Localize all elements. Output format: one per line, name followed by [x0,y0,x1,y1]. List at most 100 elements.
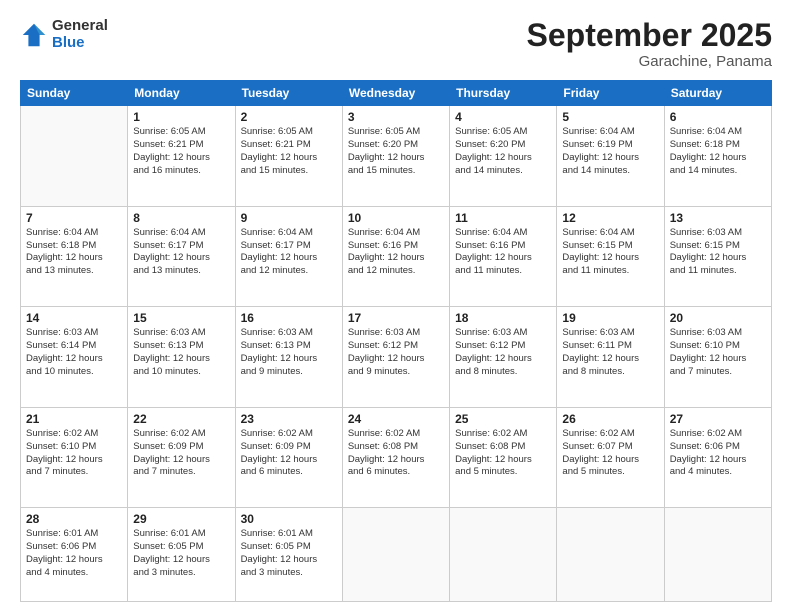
day-number: 1 [133,110,229,124]
day-info: Sunrise: 6:03 AM Sunset: 6:10 PM Dayligh… [670,327,766,378]
calendar-table: SundayMondayTuesdayWednesdayThursdayFrid… [20,80,772,602]
day-number: 22 [133,412,229,426]
calendar-cell: 23 Sunrise: 6:02 AM Sunset: 6:09 PM Dayli… [235,407,342,508]
day-number: 3 [348,110,444,124]
calendar-cell: 15 Sunrise: 6:03 AM Sunset: 6:13 PM Dayli… [128,307,235,408]
day-info: Sunrise: 6:02 AM Sunset: 6:09 PM Dayligh… [133,428,229,479]
calendar-cell [342,508,449,602]
day-info: Sunrise: 6:02 AM Sunset: 6:09 PM Dayligh… [241,428,337,479]
weekday-header: Friday [557,81,664,106]
calendar-cell: 17Sunrise: 6:03 AM Sunset: 6:12 PM Dayli… [342,307,449,408]
day-info: Sunrise: 6:02 AM Sunset: 6:08 PM Dayligh… [455,428,551,479]
logo-text: General Blue [52,18,108,51]
calendar-week-row: 21 Sunrise: 6:02 AM Sunset: 6:10 PM Dayli… [21,407,772,508]
day-number: 9 [241,211,337,225]
day-info: Sunrise: 6:03 AM Sunset: 6:11 PM Dayligh… [562,327,658,378]
day-info: Sunrise: 6:04 AM Sunset: 6:18 PM Dayligh… [26,227,122,278]
calendar-cell: 16Sunrise: 6:03 AM Sunset: 6:13 PM Dayli… [235,307,342,408]
day-number: 16 [241,311,337,325]
day-number: 20 [670,311,766,325]
calendar-cell: 13 Sunrise: 6:03 AM Sunset: 6:15 PM Dayli… [664,206,771,307]
day-number: 11 [455,211,551,225]
day-info: Sunrise: 6:03 AM Sunset: 6:15 PM Dayligh… [670,227,766,278]
day-number: 8 [133,211,229,225]
page: General Blue September 2025 Garachine, P… [0,0,792,612]
month-title: September 2025 [527,18,772,53]
calendar-cell: 6Sunrise: 6:04 AM Sunset: 6:18 PM Daylig… [664,106,771,207]
day-number: 23 [241,412,337,426]
day-info: Sunrise: 6:04 AM Sunset: 6:15 PM Dayligh… [562,227,658,278]
calendar-cell: 20 Sunrise: 6:03 AM Sunset: 6:10 PM Dayli… [664,307,771,408]
calendar-cell: 27Sunrise: 6:02 AM Sunset: 6:06 PM Dayli… [664,407,771,508]
day-info: Sunrise: 6:05 AM Sunset: 6:20 PM Dayligh… [348,126,444,177]
calendar-cell: 1 Sunrise: 6:05 AM Sunset: 6:21 PM Daylig… [128,106,235,207]
day-number: 19 [562,311,658,325]
calendar-cell: 11 Sunrise: 6:04 AM Sunset: 6:16 PM Dayli… [450,206,557,307]
day-info: Sunrise: 6:02 AM Sunset: 6:10 PM Dayligh… [26,428,122,479]
calendar-cell: 26 Sunrise: 6:02 AM Sunset: 6:07 PM Dayli… [557,407,664,508]
day-info: Sunrise: 6:02 AM Sunset: 6:07 PM Dayligh… [562,428,658,479]
day-number: 18 [455,311,551,325]
calendar-cell: 12Sunrise: 6:04 AM Sunset: 6:15 PM Dayli… [557,206,664,307]
calendar-cell [557,508,664,602]
calendar-cell: 29Sunrise: 6:01 AM Sunset: 6:05 PM Dayli… [128,508,235,602]
day-number: 17 [348,311,444,325]
day-info: Sunrise: 6:04 AM Sunset: 6:16 PM Dayligh… [348,227,444,278]
day-number: 5 [562,110,658,124]
logo-general: General [52,18,108,35]
day-info: Sunrise: 6:01 AM Sunset: 6:05 PM Dayligh… [241,528,337,579]
weekday-header: Thursday [450,81,557,106]
calendar-cell: 18 Sunrise: 6:03 AM Sunset: 6:12 PM Dayli… [450,307,557,408]
calendar-body: 1 Sunrise: 6:05 AM Sunset: 6:21 PM Daylig… [21,106,772,602]
calendar-cell: 4 Sunrise: 6:05 AM Sunset: 6:20 PM Daylig… [450,106,557,207]
day-info: Sunrise: 6:03 AM Sunset: 6:12 PM Dayligh… [455,327,551,378]
calendar-week-row: 1 Sunrise: 6:05 AM Sunset: 6:21 PM Daylig… [21,106,772,207]
logo-icon [20,21,48,49]
calendar-cell: 14Sunrise: 6:03 AM Sunset: 6:14 PM Dayli… [21,307,128,408]
day-info: Sunrise: 6:03 AM Sunset: 6:13 PM Dayligh… [133,327,229,378]
day-number: 26 [562,412,658,426]
calendar-cell: 9 Sunrise: 6:04 AM Sunset: 6:17 PM Daylig… [235,206,342,307]
calendar-cell: 10 Sunrise: 6:04 AM Sunset: 6:16 PM Dayli… [342,206,449,307]
day-info: Sunrise: 6:04 AM Sunset: 6:18 PM Dayligh… [670,126,766,177]
day-number: 4 [455,110,551,124]
calendar-cell: 28 Sunrise: 6:01 AM Sunset: 6:06 PM Dayli… [21,508,128,602]
day-number: 28 [26,512,122,526]
calendar-cell: 22 Sunrise: 6:02 AM Sunset: 6:09 PM Dayli… [128,407,235,508]
day-number: 24 [348,412,444,426]
day-info: Sunrise: 6:05 AM Sunset: 6:20 PM Dayligh… [455,126,551,177]
calendar-week-row: 28 Sunrise: 6:01 AM Sunset: 6:06 PM Dayli… [21,508,772,602]
calendar-cell [664,508,771,602]
day-info: Sunrise: 6:02 AM Sunset: 6:06 PM Dayligh… [670,428,766,479]
day-number: 10 [348,211,444,225]
day-number: 25 [455,412,551,426]
calendar-cell: 21 Sunrise: 6:02 AM Sunset: 6:10 PM Dayli… [21,407,128,508]
calendar-week-row: 7 Sunrise: 6:04 AM Sunset: 6:18 PM Daylig… [21,206,772,307]
day-info: Sunrise: 6:02 AM Sunset: 6:08 PM Dayligh… [348,428,444,479]
calendar-cell: 19 Sunrise: 6:03 AM Sunset: 6:11 PM Dayli… [557,307,664,408]
header: General Blue September 2025 Garachine, P… [20,18,772,70]
weekday-header: Saturday [664,81,771,106]
day-info: Sunrise: 6:04 AM Sunset: 6:17 PM Dayligh… [241,227,337,278]
weekday-header: Tuesday [235,81,342,106]
calendar-cell: 24 Sunrise: 6:02 AM Sunset: 6:08 PM Dayli… [342,407,449,508]
day-number: 21 [26,412,122,426]
day-info: Sunrise: 6:05 AM Sunset: 6:21 PM Dayligh… [133,126,229,177]
calendar-cell: 25 Sunrise: 6:02 AM Sunset: 6:08 PM Dayli… [450,407,557,508]
calendar-week-row: 14Sunrise: 6:03 AM Sunset: 6:14 PM Dayli… [21,307,772,408]
day-number: 29 [133,512,229,526]
calendar-cell [450,508,557,602]
day-number: 7 [26,211,122,225]
day-number: 13 [670,211,766,225]
location-subtitle: Garachine, Panama [527,53,772,70]
day-info: Sunrise: 6:01 AM Sunset: 6:06 PM Dayligh… [26,528,122,579]
calendar-cell: 5Sunrise: 6:04 AM Sunset: 6:19 PM Daylig… [557,106,664,207]
calendar-cell: 2Sunrise: 6:05 AM Sunset: 6:21 PM Daylig… [235,106,342,207]
day-info: Sunrise: 6:04 AM Sunset: 6:17 PM Dayligh… [133,227,229,278]
weekday-header: Monday [128,81,235,106]
day-number: 15 [133,311,229,325]
calendar-cell: 30Sunrise: 6:01 AM Sunset: 6:05 PM Dayli… [235,508,342,602]
weekday-header: Wednesday [342,81,449,106]
logo-blue: Blue [52,35,108,52]
day-info: Sunrise: 6:04 AM Sunset: 6:16 PM Dayligh… [455,227,551,278]
